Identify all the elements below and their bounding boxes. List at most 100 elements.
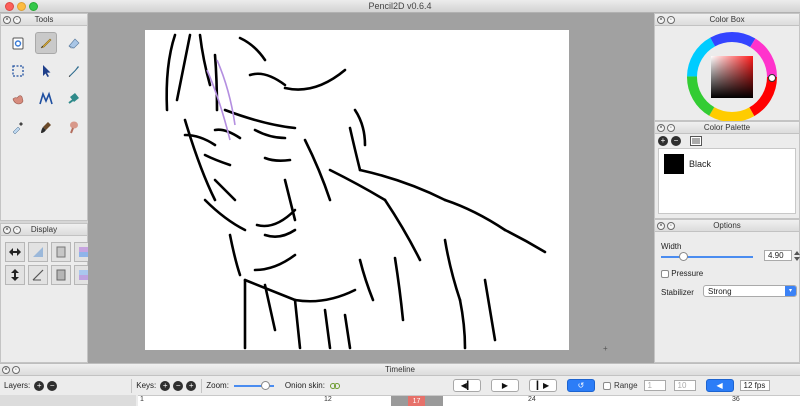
panel-close-icon[interactable]: × — [2, 366, 10, 374]
width-stepper-icon[interactable] — [794, 251, 800, 261]
width-field[interactable]: 4.90 — [764, 250, 792, 261]
add-layer-button[interactable]: + — [34, 380, 45, 391]
playhead[interactable]: 17 — [408, 396, 425, 406]
flip-horizontal-icon — [9, 248, 21, 256]
toolbar-divider — [201, 378, 203, 393]
panel-float-icon[interactable]: ◦ — [13, 16, 21, 24]
outlines-button[interactable] — [51, 242, 71, 262]
onion-prev-icon — [56, 269, 66, 281]
zoom-slider-knob[interactable] — [260, 380, 270, 390]
flip-horizontal-button[interactable] — [5, 242, 25, 262]
range-end-field[interactable]: 10 — [673, 380, 696, 391]
tool-grid — [1, 26, 87, 138]
width-slider-knob[interactable] — [679, 252, 688, 261]
panel-float-icon[interactable]: ◦ — [667, 16, 675, 24]
palette-view-icon[interactable] — [690, 136, 702, 146]
clear-tool-button[interactable] — [7, 32, 29, 54]
bucket-icon — [68, 93, 79, 104]
stabilizer-select[interactable]: Strong ▾ — [703, 285, 797, 297]
ruler-tick: 24 — [528, 396, 536, 403]
panel-close-icon[interactable]: × — [657, 16, 665, 24]
smudge-icon — [70, 121, 78, 134]
duplicate-key-button[interactable]: + — [186, 380, 197, 391]
polyline-tool-button[interactable] — [35, 88, 57, 110]
outlines-icon — [56, 246, 66, 258]
pencil-tool-button[interactable] — [35, 32, 57, 54]
thin-lines-button[interactable] — [28, 242, 48, 262]
add-key-button[interactable]: + — [160, 380, 171, 391]
eyedropper-icon — [12, 122, 23, 135]
hand-icon — [12, 95, 24, 105]
palette-panel-header: × ◦ Color Palette — [655, 122, 799, 134]
play-button[interactable]: ▶ — [490, 379, 519, 392]
panel-close-icon[interactable]: × — [3, 226, 11, 234]
window-titlebar: Pencil2D v0.6.4 — [0, 0, 800, 13]
options-panel: × ◦ Options Width 4.90 Pressure Stabilize… — [654, 219, 800, 363]
timeline-toolbar: Layers: + − Keys: + − + Zoom: Onion skin… — [0, 377, 800, 394]
drawing-canvas[interactable] — [145, 30, 569, 350]
speaker-icon: ◀ — [716, 381, 723, 390]
sound-button[interactable]: ◀ — [705, 379, 734, 392]
ruler-tick: 1 — [140, 396, 144, 403]
palette-panel: × ◦ Color Palette + − Black — [654, 121, 800, 219]
timeline-panel-header: × ◦ Timeline — [0, 364, 800, 376]
eyedropper-tool-button[interactable] — [7, 116, 29, 138]
display-panel-title: Display — [30, 225, 58, 234]
ruler-tick: 36 — [732, 396, 740, 403]
pointer-tool-button[interactable] — [35, 60, 57, 82]
frame-ruler[interactable]: 1 12 24 36 17 — [138, 395, 800, 406]
add-color-button[interactable]: + — [658, 136, 668, 146]
display-button-grid — [1, 236, 94, 285]
panel-close-icon[interactable]: × — [657, 124, 665, 132]
loop-button[interactable]: ↺ — [566, 379, 595, 392]
panel-close-icon[interactable]: × — [3, 16, 11, 24]
next-frame-button[interactable]: ▎▶ — [528, 379, 557, 392]
color-wheel-icon — [687, 32, 777, 122]
fps-field[interactable]: 12 fps — [739, 380, 770, 391]
pressure-option[interactable]: Pressure — [661, 269, 703, 278]
previous-frame-button[interactable]: ◀▎ — [452, 379, 481, 392]
panel-close-icon[interactable]: × — [657, 222, 665, 230]
remove-layer-button[interactable]: − — [47, 380, 58, 391]
timeline-panel: × ◦ Timeline Layers: + − Keys: + − + Zoom… — [0, 363, 800, 406]
tools-panel-title: Tools — [34, 15, 54, 24]
pressure-checkbox[interactable] — [661, 269, 669, 278]
thin-lines-icon — [33, 247, 43, 257]
colorbox-panel: × ◦ Color Box — [654, 13, 800, 123]
drawing-workspace[interactable]: + — [88, 13, 654, 363]
ruler-tick: 12 — [324, 396, 332, 403]
color-wheel[interactable] — [686, 31, 778, 123]
onion-prev-button[interactable] — [51, 265, 71, 285]
zoom-slider[interactable] — [233, 380, 274, 390]
panel-float-icon[interactable]: ◦ — [12, 366, 20, 374]
sketch-drawing — [165, 33, 547, 350]
bucket-tool-button[interactable] — [63, 88, 85, 110]
range-start-field[interactable]: 1 — [643, 380, 666, 391]
onion-skin-icon[interactable] — [329, 382, 341, 390]
panel-float-icon[interactable]: ◦ — [667, 222, 675, 230]
palette-item[interactable]: Black — [664, 154, 790, 174]
range-checkbox[interactable] — [602, 381, 611, 390]
onion-skin-label: Onion skin: — [284, 381, 325, 390]
hand-tool-button[interactable] — [7, 88, 29, 110]
eraser-tool-button[interactable] — [63, 32, 85, 54]
panel-float-icon[interactable]: ◦ — [13, 226, 21, 234]
panel-float-icon[interactable]: ◦ — [667, 124, 675, 132]
tools-panel: × ◦ Tools — [0, 13, 88, 221]
smudge-tool-button[interactable] — [63, 116, 85, 138]
pencil-icon — [40, 38, 52, 49]
remove-color-button[interactable]: − — [671, 136, 681, 146]
minimize-window-button[interactable] — [17, 2, 26, 11]
width-slider[interactable] — [661, 252, 753, 261]
select-tool-button[interactable] — [7, 60, 29, 82]
remove-key-button[interactable]: − — [173, 380, 184, 391]
display-panel: × ◦ Display — [0, 223, 94, 363]
window-title: Pencil2D v0.6.4 — [368, 1, 432, 11]
maximize-window-button[interactable] — [29, 2, 38, 11]
colorbox-panel-title: Color Box — [709, 15, 745, 24]
brush-tool-button[interactable] — [35, 116, 57, 138]
close-window-button[interactable] — [5, 2, 14, 11]
overlay-button[interactable] — [28, 265, 48, 285]
flip-vertical-button[interactable] — [5, 265, 25, 285]
pen-tool-button[interactable] — [63, 60, 85, 82]
